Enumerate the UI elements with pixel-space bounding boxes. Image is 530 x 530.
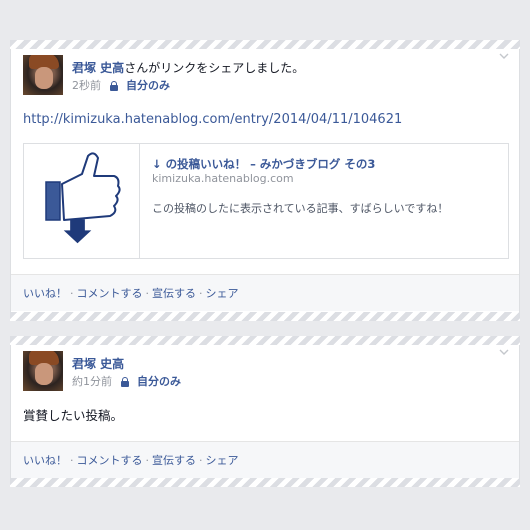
attachment-description: この投稿のしたに表示されている記事、すばらしいですね！ <box>152 202 449 215</box>
post-card: 君塚 史高さんがリンクをシェアしました。 2秒前 自分のみ http://kim… <box>10 49 520 312</box>
privacy-selector[interactable]: 自分のみ <box>137 373 181 389</box>
separator: · <box>145 453 150 467</box>
post-text: 賞賛したい投稿。 <box>23 408 124 423</box>
separator: · <box>199 286 203 300</box>
author-name[interactable]: 君塚 史高 <box>72 61 124 75</box>
link-attachment[interactable]: ↓ の投稿いいね！ – みかづきブログ その3 kimizuka.hatenab… <box>23 143 509 259</box>
comment-link[interactable]: コメントする <box>77 285 143 301</box>
card-top-stripes <box>10 336 520 345</box>
like-link[interactable]: いいね！ <box>23 285 67 301</box>
post-action-text: さんがリンクをシェアしました。 <box>124 61 305 75</box>
chevron-down-icon[interactable] <box>499 349 509 355</box>
avatar[interactable] <box>23 351 63 391</box>
lock-icon <box>121 376 129 387</box>
post-meta: 2秒前 自分のみ <box>72 77 170 93</box>
card-bottom-stripes <box>10 478 520 487</box>
separator: · <box>145 286 150 300</box>
share-link[interactable]: シェア <box>206 452 239 468</box>
post-actions: いいね！ · コメントする · 宣伝する · シェア <box>11 275 519 311</box>
shared-link[interactable]: http://kimizuka.hatenablog.com/entry/201… <box>23 112 402 127</box>
share-link[interactable]: シェア <box>206 285 239 301</box>
lock-icon <box>110 80 118 91</box>
thumbs-up-icon <box>45 152 121 244</box>
promote-link[interactable]: 宣伝する <box>152 452 196 468</box>
avatar[interactable] <box>23 55 63 95</box>
author-name[interactable]: 君塚 史高 <box>72 355 124 372</box>
timestamp[interactable]: 2秒前 <box>72 77 101 93</box>
post-actions: いいね！ · コメントする · 宣伝する · シェア <box>11 442 519 478</box>
separator: · <box>70 286 74 300</box>
attachment-domain: kimizuka.hatenablog.com <box>152 172 294 185</box>
card-bottom-stripes <box>10 312 520 321</box>
separator: · <box>199 453 203 467</box>
chevron-down-icon[interactable] <box>499 53 509 59</box>
post-meta: 約1分前 自分のみ <box>72 373 181 389</box>
comment-link[interactable]: コメントする <box>77 452 143 468</box>
timestamp[interactable]: 約1分前 <box>72 373 112 389</box>
post-card: 君塚 史高 約1分前 自分のみ 賞賛したい投稿。 いいね！ · コメントする ·… <box>10 345 520 478</box>
attachment-title[interactable]: ↓ の投稿いいね！ – みかづきブログ その3 <box>152 156 375 172</box>
like-link[interactable]: いいね！ <box>23 452 67 468</box>
separator: · <box>70 453 74 467</box>
privacy-selector[interactable]: 自分のみ <box>126 77 170 93</box>
post-header: 君塚 史高さんがリンクをシェアしました。 <box>72 59 304 76</box>
promote-link[interactable]: 宣伝する <box>152 285 196 301</box>
attachment-thumbnail[interactable] <box>24 144 140 258</box>
card-top-stripes <box>10 40 520 49</box>
